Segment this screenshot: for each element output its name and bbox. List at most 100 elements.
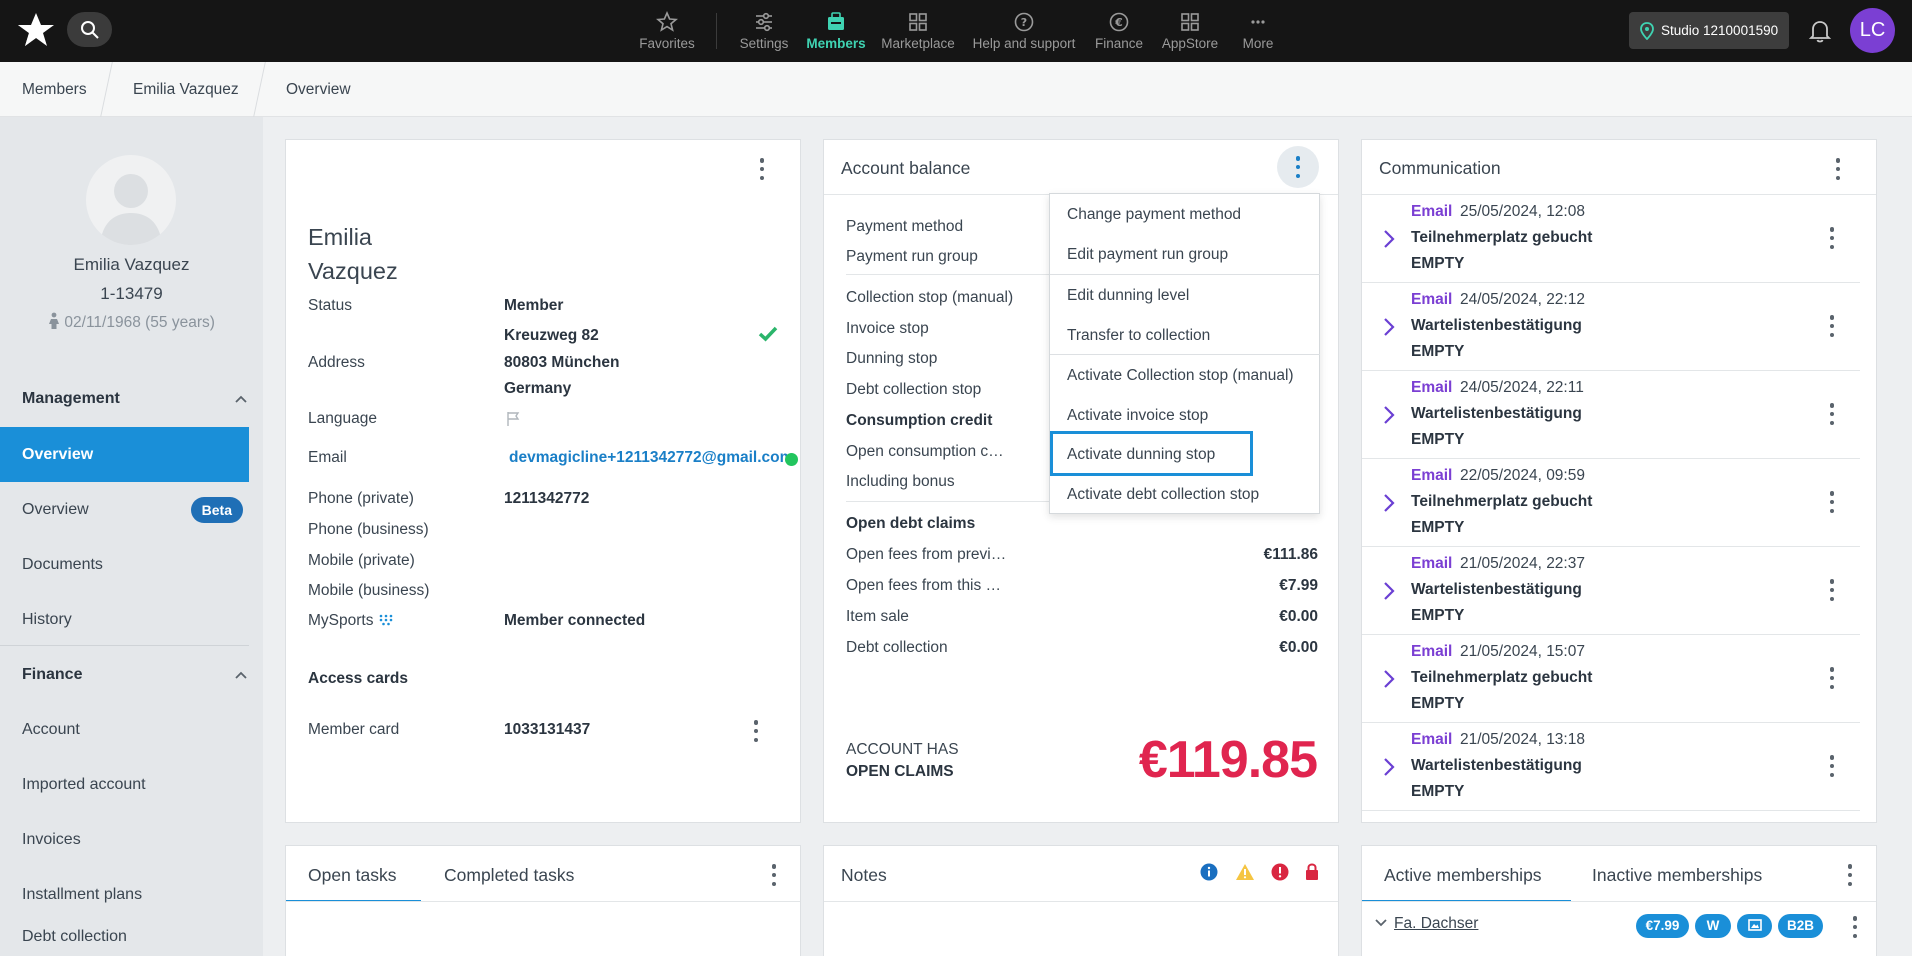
- collection-stop-label: Collection stop (manual): [846, 289, 1014, 306]
- fee-label: Open fees from this …: [846, 577, 1002, 594]
- chevron-right-icon[interactable]: [1383, 317, 1395, 337]
- payment-method-label: Payment method: [846, 218, 964, 235]
- email-link[interactable]: devmagicline+1211342772@gmail.com: [509, 449, 793, 467]
- mobile-private-label: Mobile (private): [308, 552, 415, 569]
- member-card-menu-icon[interactable]: [759, 158, 765, 180]
- memberships-card: Active memberships Inactive memberships …: [1361, 845, 1877, 956]
- mysports-text: MySports: [308, 612, 374, 629]
- nav-favorites[interactable]: Favorites: [636, 0, 698, 62]
- status-label: Status: [308, 297, 352, 314]
- section-finance[interactable]: Finance: [22, 666, 248, 684]
- mysports-value: Member connected: [504, 612, 646, 629]
- sidebar-item-documents[interactable]: Documents: [0, 537, 249, 592]
- notification-bell-icon[interactable]: [1806, 17, 1834, 45]
- chevron-right-icon[interactable]: [1383, 493, 1395, 513]
- member-card-label: Member card: [308, 721, 400, 738]
- nav-more[interactable]: More: [1238, 0, 1278, 62]
- lock-icon[interactable]: [1304, 862, 1320, 881]
- menu-item-change-payment-method[interactable]: Change payment method: [1050, 206, 1320, 224]
- menu-item-edit-payment-run-group[interactable]: Edit payment run group: [1050, 246, 1320, 264]
- communication-entry-menu-icon[interactable]: [1829, 403, 1835, 425]
- section-management[interactable]: Management: [22, 390, 248, 408]
- studio-label: Studio 1210001590: [1661, 23, 1779, 38]
- communication-entry-menu-icon[interactable]: [1829, 491, 1835, 513]
- member-number: 1-13479: [100, 284, 163, 303]
- communication-body: EMPTY: [1411, 607, 1465, 624]
- breadcrumb-members[interactable]: Members: [22, 62, 87, 117]
- chevron-right-icon[interactable]: [1383, 581, 1395, 601]
- tab-open-tasks[interactable]: Open tasks: [308, 865, 397, 886]
- sidebar-item-installment-plans[interactable]: Installment plans: [0, 867, 249, 922]
- communication-body: EMPTY: [1411, 343, 1465, 360]
- tasks-menu-icon[interactable]: [771, 864, 777, 886]
- info-icon[interactable]: [1200, 863, 1218, 881]
- nav-settings[interactable]: Settings: [738, 0, 790, 62]
- menu-item-activate-dunning-stop[interactable]: Activate dunning stop: [1050, 446, 1320, 464]
- search-button[interactable]: [67, 12, 112, 47]
- sidebar-item-overview-beta[interactable]: Overview Beta: [0, 482, 249, 537]
- breadcrumb-member-name[interactable]: Emilia Vazquez: [133, 62, 239, 117]
- communication-entry-menu-icon[interactable]: [1829, 667, 1835, 689]
- menu-item-activate-debt-collection-stop[interactable]: Activate debt collection stop: [1050, 486, 1320, 504]
- communication-date: 25/05/2024, 12:08: [1460, 203, 1585, 220]
- warning-icon[interactable]: [1235, 863, 1255, 881]
- nav-members[interactable]: Members: [806, 0, 866, 62]
- sidebar-item-history[interactable]: History: [0, 592, 249, 647]
- tab-active-memberships[interactable]: Active memberships: [1384, 865, 1542, 886]
- image-icon: [1747, 919, 1762, 931]
- user-avatar[interactable]: LC: [1850, 8, 1895, 53]
- fee-label: Open fees from previ…: [846, 546, 1007, 563]
- communication-entry[interactable]: Email 22/05/2024, 09:59 Teilnehmerplatz ge…: [1362, 459, 1860, 547]
- nav-label: AppStore: [1161, 36, 1219, 51]
- chevron-right-icon[interactable]: [1383, 229, 1395, 249]
- tab-completed-tasks[interactable]: Completed tasks: [444, 865, 574, 886]
- communication-type: Email: [1411, 643, 1453, 660]
- communication-entry-menu-icon[interactable]: [1829, 579, 1835, 601]
- nav-finance[interactable]: € Finance: [1092, 0, 1146, 62]
- fee-value: €111.86: [1263, 546, 1318, 563]
- tab-inactive-memberships[interactable]: Inactive memberships: [1592, 865, 1762, 886]
- mysports-label: MySports: [308, 612, 394, 630]
- nav-help-and-support[interactable]: ? Help and support: [970, 0, 1078, 62]
- member-card-options-icon[interactable]: [753, 720, 759, 742]
- profile-picture[interactable]: [86, 155, 176, 245]
- communication-entry[interactable]: Email 25/05/2024, 12:08 Teilnehmerplatz ge…: [1362, 195, 1860, 283]
- communication-entry[interactable]: Email 24/05/2024, 22:11 Wartelistenbestäti…: [1362, 371, 1860, 459]
- kebab-icon: [1295, 156, 1301, 178]
- memberships-menu-icon[interactable]: [1847, 864, 1853, 886]
- communication-entry[interactable]: Email 21/05/2024, 13:18 Wartelistenbestäti…: [1362, 723, 1860, 811]
- alert-icon[interactable]: [1271, 863, 1289, 881]
- communication-entry-menu-icon[interactable]: [1829, 755, 1835, 777]
- nav-marketplace[interactable]: Marketplace: [879, 0, 957, 62]
- studio-selector[interactable]: Studio 1210001590: [1629, 12, 1789, 49]
- fee-value: €7.99: [1279, 577, 1318, 594]
- sidebar-item-imported-account[interactable]: Imported account: [0, 757, 249, 812]
- chevron-right-icon[interactable]: [1383, 669, 1395, 689]
- app-logo-icon[interactable]: [16, 10, 56, 50]
- membership-options-icon[interactable]: [1852, 916, 1858, 938]
- section-title: Management: [22, 390, 120, 407]
- membership-name-link[interactable]: Fa. Dachser: [1394, 915, 1478, 933]
- communication-entry[interactable]: Email 21/05/2024, 22:37 Wartelistenbestäti…: [1362, 547, 1860, 635]
- sidebar-item-account[interactable]: Account: [0, 702, 249, 757]
- open-consumption-label: Open consumption c…: [846, 443, 1004, 460]
- sidebar-item-invoices[interactable]: Invoices: [0, 812, 249, 867]
- chevron-down-icon[interactable]: [1374, 918, 1388, 928]
- sidebar-item-overview[interactable]: Overview: [0, 427, 249, 482]
- sidebar-item-debt-collection[interactable]: Debt collection: [0, 918, 249, 956]
- menu-item-edit-dunning-level[interactable]: Edit dunning level: [1050, 287, 1320, 305]
- nav-appstore[interactable]: AppStore: [1159, 0, 1221, 62]
- communication-body: EMPTY: [1411, 783, 1465, 800]
- communication-entry[interactable]: Email 24/05/2024, 22:12 Wartelistenbestäti…: [1362, 283, 1860, 371]
- chevron-right-icon[interactable]: [1383, 405, 1395, 425]
- communication-entry-menu-icon[interactable]: [1829, 315, 1835, 337]
- communication-entry[interactable]: Email 21/05/2024, 15:07 Teilnehmerplatz ge…: [1362, 635, 1860, 723]
- menu-item-activate-invoice-stop[interactable]: Activate invoice stop: [1050, 407, 1320, 425]
- communication-menu-icon[interactable]: [1835, 158, 1841, 180]
- account-balance-menu-button[interactable]: [1277, 146, 1319, 188]
- chevron-right-icon[interactable]: [1383, 757, 1395, 777]
- menu-item-transfer-to-collection[interactable]: Transfer to collection: [1050, 327, 1320, 345]
- account-balance-title: Account balance: [841, 158, 971, 178]
- menu-item-activate-collection-stop[interactable]: Activate Collection stop (manual): [1050, 367, 1320, 385]
- communication-entry-menu-icon[interactable]: [1829, 227, 1835, 249]
